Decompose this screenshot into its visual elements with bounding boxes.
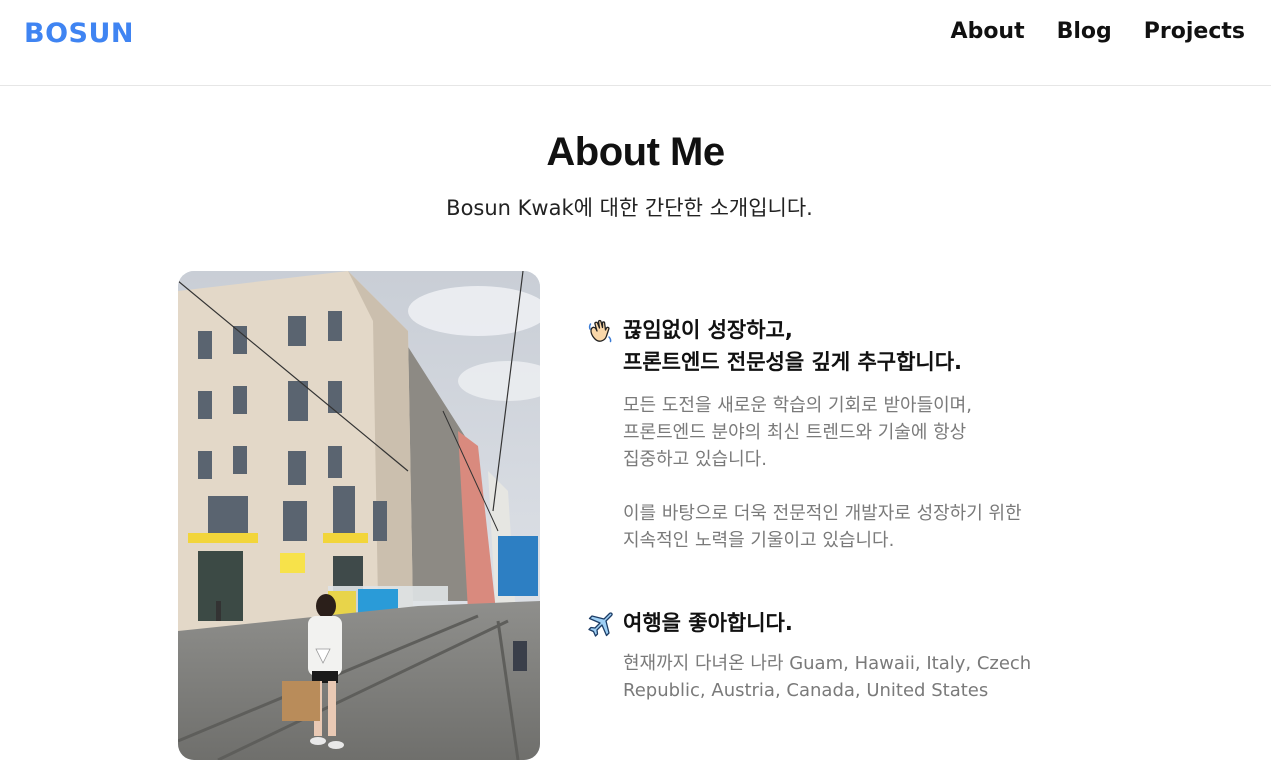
waving-hand-icon [588,319,612,343]
body-line: Republic, Austria, Canada, United States [623,680,989,701]
body-line: 이를 바탕으로 더욱 전문적인 개발자로 성장하기 위한 [623,503,1022,524]
body-line: 현재까지 다녀온 나라 Guam, Hawaii, Italy, Czech [623,653,1032,674]
body-line: 집중하고 있습니다. [623,449,767,470]
airplane-icon [588,612,613,637]
profile-photo [178,271,540,760]
section-body: 현재까지 다녀온 나라 Guam, Hawaii, Italy, Czech R… [623,650,1031,704]
section-title: 여행을 좋아합니다. [623,607,793,639]
body-line: 모든 도전을 새로운 학습의 기회로 받아들이며, [623,395,972,416]
section-title-line: 프론트엔드 전문성을 깊게 추구합니다. [623,350,963,374]
section-title-line: 여행을 좋아합니다. [623,611,793,635]
section-title-line: 끊임없이 성장하고, [623,318,793,342]
main-nav: About Blog Projects [951,17,1245,47]
section-growth: 끊임없이 성장하고, 프론트엔드 전문성을 깊게 추구합니다. 모든 도전을 새… [587,314,1022,554]
nav-about-link[interactable]: About [951,17,1025,47]
page-title: About Me [546,130,725,174]
section-body: 모든 도전을 새로운 학습의 기회로 받아들이며, 프론트엔드 분야의 최신 트… [623,392,1022,554]
nav-projects-link[interactable]: Projects [1144,17,1245,47]
nav-blog-link[interactable]: Blog [1057,17,1112,47]
body-line: 지속적인 노력을 기울이고 있습니다. [623,530,895,551]
page-subtitle: Bosun Kwak에 대한 간단한 소개입니다. [446,196,813,220]
site-logo[interactable]: BOSUN [24,18,134,49]
site-header: BOSUN About Blog Projects [0,0,1271,86]
body-line: 프론트엔드 분야의 최신 트렌드와 기술에 항상 [623,422,967,443]
section-travel: 여행을 좋아합니다. 현재까지 다녀온 나라 Guam, Hawaii, Ita… [587,607,1031,704]
section-title: 끊임없이 성장하고, 프론트엔드 전문성을 깊게 추구합니다. [623,314,962,378]
